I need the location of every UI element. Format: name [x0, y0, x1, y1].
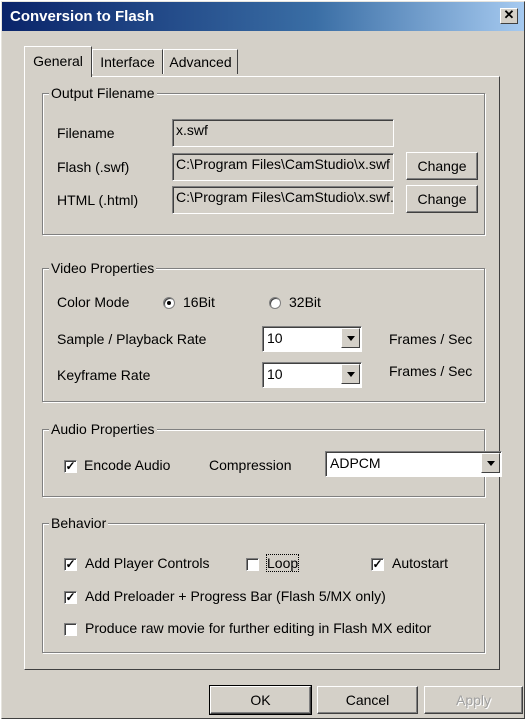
- player-controls-label[interactable]: Add Player Controls: [85, 555, 210, 571]
- radio-16bit[interactable]: [163, 297, 175, 309]
- html-change-button[interactable]: Change: [406, 185, 478, 213]
- compression-label: Compression: [209, 457, 292, 473]
- color-mode-label: Color Mode: [57, 294, 130, 310]
- apply-label: Apply: [455, 692, 492, 708]
- radio-32bit[interactable]: [269, 297, 281, 309]
- sample-rate-value: 10: [267, 330, 283, 346]
- window-title: Conversion to Flash: [10, 8, 155, 25]
- keyframe-rate-label: Keyframe Rate: [57, 367, 151, 383]
- keyframe-rate-unit: Frames / Sec: [389, 363, 473, 379]
- html-label: HTML (.html): [57, 192, 139, 208]
- compression-value: ADPCM: [330, 455, 381, 471]
- tab-general[interactable]: General: [24, 46, 92, 77]
- tab-general-label: General: [33, 53, 83, 69]
- keyframe-rate-value: 10: [267, 366, 283, 382]
- output-filename-group: Output Filename Filename x.swf Flash (.s…: [42, 85, 485, 235]
- radio-32bit-label[interactable]: 32Bit: [289, 294, 321, 310]
- title-bar[interactable]: Conversion to Flash ✕: [2, 2, 524, 31]
- tab-interface-label: Interface: [100, 54, 155, 70]
- conversion-dialog: Conversion to Flash ✕ General Interface …: [1, 1, 525, 719]
- compression-select[interactable]: ADPCM: [325, 451, 502, 477]
- chevron-down-icon[interactable]: [341, 364, 360, 384]
- radio-16bit-label[interactable]: 16Bit: [183, 294, 215, 310]
- loop-checkbox[interactable]: [246, 558, 259, 571]
- video-properties-legend: Video Properties: [49, 260, 157, 276]
- tab-advanced[interactable]: Advanced: [163, 49, 238, 74]
- filename-label: Filename: [57, 125, 115, 141]
- player-controls-checkbox[interactable]: ✓: [64, 558, 77, 571]
- tab-interface[interactable]: Interface: [92, 49, 163, 74]
- audio-properties-legend: Audio Properties: [49, 421, 157, 437]
- raw-movie-label[interactable]: Produce raw movie for further editing in…: [85, 620, 431, 636]
- behavior-group: Behavior ✓ Add Player Controls Loop ✓ Au…: [42, 515, 485, 653]
- output-filename-legend: Output Filename: [49, 85, 157, 101]
- video-properties-group: Video Properties Color Mode 16Bit 32Bit …: [42, 260, 485, 402]
- autostart-checkbox[interactable]: ✓: [371, 558, 384, 571]
- filename-field[interactable]: x.swf: [172, 119, 394, 147]
- flash-change-button[interactable]: Change: [406, 152, 478, 180]
- sample-rate-select[interactable]: 10: [262, 326, 362, 352]
- flash-swf-path-field[interactable]: C:\Program Files\CamStudio\x.swf: [172, 153, 394, 181]
- audio-properties-group: Audio Properties ✓ Encode Audio Compress…: [42, 421, 502, 497]
- cancel-label: Cancel: [345, 692, 390, 708]
- raw-movie-checkbox[interactable]: [64, 623, 77, 636]
- tab-advanced-label: Advanced: [169, 54, 232, 70]
- html-change-label: Change: [417, 191, 467, 207]
- html-path-field[interactable]: C:\Program Files\CamStudio\x.swf.: [172, 186, 394, 214]
- cancel-button[interactable]: Cancel: [317, 686, 418, 714]
- chevron-down-icon[interactable]: [341, 328, 360, 348]
- autostart-label[interactable]: Autostart: [392, 555, 448, 571]
- sample-rate-unit: Frames / Sec: [389, 331, 473, 347]
- apply-button[interactable]: Apply: [424, 686, 523, 714]
- ok-button[interactable]: OK: [209, 685, 312, 715]
- encode-audio-checkbox[interactable]: ✓: [64, 460, 77, 473]
- loop-label[interactable]: Loop: [265, 554, 300, 572]
- preloader-checkbox[interactable]: ✓: [64, 591, 77, 604]
- keyframe-rate-select[interactable]: 10: [262, 362, 362, 388]
- close-icon[interactable]: ✕: [500, 8, 518, 24]
- flash-swf-label: Flash (.swf): [57, 159, 130, 175]
- flash-change-label: Change: [417, 158, 467, 174]
- behavior-legend: Behavior: [49, 515, 109, 531]
- general-tab-panel: Output Filename Filename x.swf Flash (.s…: [24, 76, 502, 670]
- preloader-label[interactable]: Add Preloader + Progress Bar (Flash 5/MX…: [85, 588, 386, 604]
- sample-rate-label: Sample / Playback Rate: [57, 331, 207, 347]
- chevron-down-icon[interactable]: [481, 453, 500, 473]
- encode-audio-label[interactable]: Encode Audio: [84, 457, 170, 473]
- ok-label: OK: [250, 692, 271, 708]
